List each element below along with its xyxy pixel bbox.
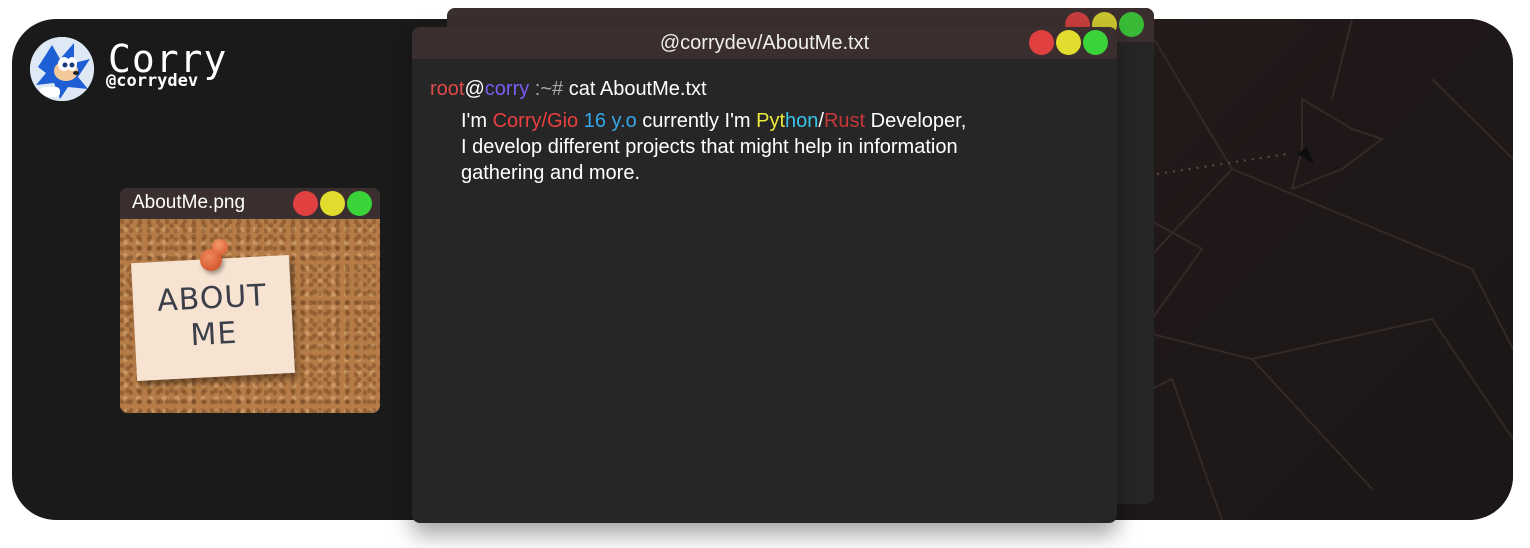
- image-window[interactable]: AboutMe.png ABOUT ME: [120, 188, 380, 413]
- prompt-path: :~#: [529, 78, 569, 100]
- output-python-part2: hon: [785, 110, 819, 132]
- output-line-1: I'm Corry/Gio 16 y.o currently I'm Pytho…: [461, 108, 1061, 134]
- minimize-icon[interactable]: [1056, 30, 1081, 55]
- maximize-icon[interactable]: [1119, 12, 1144, 37]
- output-rust: Rust: [823, 110, 866, 132]
- output-line-2: I develop different projects that might …: [461, 136, 958, 158]
- prompt-at: @: [464, 78, 485, 100]
- sticky-note: ABOUT ME: [131, 254, 295, 382]
- close-icon[interactable]: [293, 191, 318, 216]
- minimize-icon[interactable]: [320, 191, 345, 216]
- image-window-title: AboutMe.png: [132, 192, 246, 213]
- maximize-icon[interactable]: [1083, 30, 1108, 55]
- prompt-user: root: [430, 78, 465, 100]
- window-controls: [1029, 30, 1108, 55]
- pushpin-head-icon: [212, 239, 228, 255]
- prompt-command: cat AboutMe.txt: [568, 78, 707, 100]
- terminal-output: I'm Corry/Gio 16 y.o currently I'm Pytho…: [461, 108, 1061, 186]
- image-window-titlebar[interactable]: AboutMe.png: [120, 188, 380, 219]
- prompt-host: corry: [484, 78, 530, 100]
- output-name: Corry/Gio: [492, 110, 579, 132]
- terminal-prompt: root@corry :~# cat AboutMe.txt: [430, 78, 707, 101]
- hedgehog-avatar-icon: [30, 37, 94, 101]
- output-text: Developer,: [865, 110, 967, 132]
- window-controls: [293, 191, 372, 216]
- terminal-title: @corrydev/AboutMe.txt: [659, 32, 870, 54]
- output-age: 16 y.o: [583, 110, 637, 132]
- terminal-titlebar[interactable]: @corrydev/AboutMe.txt: [412, 27, 1117, 59]
- corkboard-image: ABOUT ME: [120, 219, 380, 413]
- terminal-window[interactable]: @corrydev/AboutMe.txt root@corry :~# cat…: [412, 27, 1117, 523]
- output-line-3: gathering and more.: [461, 162, 641, 184]
- output-text: I'm: [461, 110, 493, 132]
- avatar: [30, 37, 94, 101]
- profile-handle: @corrydev: [106, 71, 199, 91]
- maximize-icon[interactable]: [347, 191, 372, 216]
- close-icon[interactable]: [1029, 30, 1054, 55]
- output-python-part1: Pyt: [756, 110, 786, 132]
- output-text: currently I'm: [636, 110, 757, 132]
